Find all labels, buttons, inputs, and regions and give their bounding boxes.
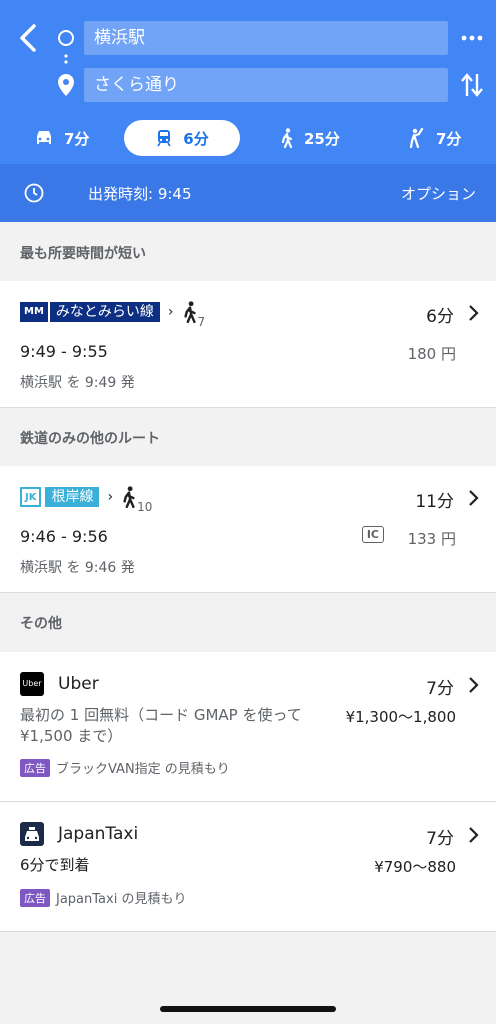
back-arrow-icon[interactable] xyxy=(14,22,42,54)
route-dots-icon xyxy=(64,54,68,64)
mode-tab-walk[interactable]: 25分 xyxy=(280,120,340,156)
chevron-right-icon xyxy=(469,677,479,693)
swap-icon[interactable] xyxy=(460,72,484,98)
car-icon xyxy=(37,131,51,144)
service-price: ¥1,300〜1,800 xyxy=(345,708,456,726)
chevron-right-icon xyxy=(469,827,479,843)
ic-card-badge: IC xyxy=(361,526,384,543)
depart-time-bar[interactable]: 出発時刻: 9:45 オプション xyxy=(0,164,496,222)
ad-text: ブラックVAN指定 の見積もり xyxy=(56,762,230,777)
mode-walk-time: 25分 xyxy=(304,129,340,148)
line-name-badge: 根岸線 xyxy=(45,487,100,507)
route-duration: 6分 xyxy=(426,307,454,327)
destination-input[interactable]: さくら通り xyxy=(84,68,448,102)
route-card-1[interactable]: MM みなとみらい線 › 7 6分 9:49 - 9:55 180 円 横浜駅 … xyxy=(0,281,496,408)
route-departure: 横浜駅 を 9:46 発 xyxy=(20,560,135,576)
step-arrow-icon: › xyxy=(167,304,174,320)
service-card-uber[interactable]: Uber Uber 7分 最初の 1 回無料（コード GMAP を使って ¥1,… xyxy=(0,652,496,802)
more-options-icon[interactable] xyxy=(460,26,484,50)
service-desc-line1: 最初の 1 回無料（コード GMAP を使って xyxy=(20,706,302,724)
chevron-right-icon xyxy=(469,490,479,506)
walk-icon xyxy=(281,128,293,148)
transit-icon xyxy=(157,130,171,147)
mode-tab-car[interactable]: 7分 xyxy=(34,120,89,156)
mode-ride-time: 7分 xyxy=(436,129,462,148)
walk-minutes: 7 xyxy=(197,315,206,329)
service-name: Uber xyxy=(58,674,99,694)
section-title-rail-only: 鉄道のみの他のルート xyxy=(20,431,160,447)
service-desc-line1: 6分で到着 xyxy=(20,856,90,874)
route-departure: 横浜駅 を 9:49 発 xyxy=(20,375,135,391)
depart-time-label: 出発時刻: 9:45 xyxy=(88,185,192,203)
ad-text: JapanTaxi の見積もり xyxy=(56,892,187,907)
clock-icon xyxy=(24,183,44,203)
mode-transit-time: 6分 xyxy=(183,129,209,148)
walk-icon xyxy=(183,301,196,323)
destination-pin-icon xyxy=(58,74,74,96)
route-fare: 133 円 xyxy=(407,530,456,548)
ad-badge: 広告 xyxy=(20,758,50,777)
mode-tab-transit[interactable]: 6分 xyxy=(124,120,240,156)
walk-icon xyxy=(123,486,135,508)
taxi-icon xyxy=(20,822,44,846)
mode-car-time: 7分 xyxy=(64,129,90,148)
options-button[interactable]: オプション xyxy=(401,183,476,204)
line-code-badge: MM xyxy=(20,302,48,322)
section-title-other: その他 xyxy=(20,616,62,632)
ride-hail-icon xyxy=(409,128,424,148)
route-duration: 11分 xyxy=(415,492,454,512)
route-times: 9:46 - 9:56 xyxy=(20,527,108,546)
route-times: 9:49 - 9:55 xyxy=(20,342,108,361)
origin-circle-icon xyxy=(58,30,74,46)
home-indicator[interactable] xyxy=(160,1006,336,1012)
service-desc-line2: ¥1,500 まで） xyxy=(20,727,123,745)
section-title-fastest: 最も所要時間が短い xyxy=(20,246,146,262)
mode-tab-ride[interactable]: 7分 xyxy=(408,120,461,156)
line-name-badge: みなとみらい線 xyxy=(49,302,160,322)
route-card-2[interactable]: JK 根岸線 › 10 11分 9:46 - 9:56 IC 133 円 横浜駅… xyxy=(0,466,496,593)
line-code-badge: JK xyxy=(20,487,42,507)
step-arrow-icon: › xyxy=(107,489,114,505)
route-fare: 180 円 xyxy=(407,345,456,363)
service-duration: 7分 xyxy=(426,679,454,699)
service-card-japantaxi[interactable]: JapanTaxi 7分 6分で到着 ¥790〜880 広告 JapanTaxi… xyxy=(0,802,496,932)
chevron-right-icon xyxy=(469,305,479,321)
origin-input[interactable]: 横浜駅 xyxy=(84,21,448,55)
service-price: ¥790〜880 xyxy=(374,858,456,876)
directions-header: 横浜駅 さくら通り 7分 6分 25分 7分 xyxy=(0,0,496,164)
ad-badge: 広告 xyxy=(20,888,50,907)
service-duration: 7分 xyxy=(426,829,454,849)
uber-logo: Uber xyxy=(20,672,44,696)
walk-minutes: 10 xyxy=(137,500,153,514)
service-name: JapanTaxi xyxy=(58,824,139,844)
